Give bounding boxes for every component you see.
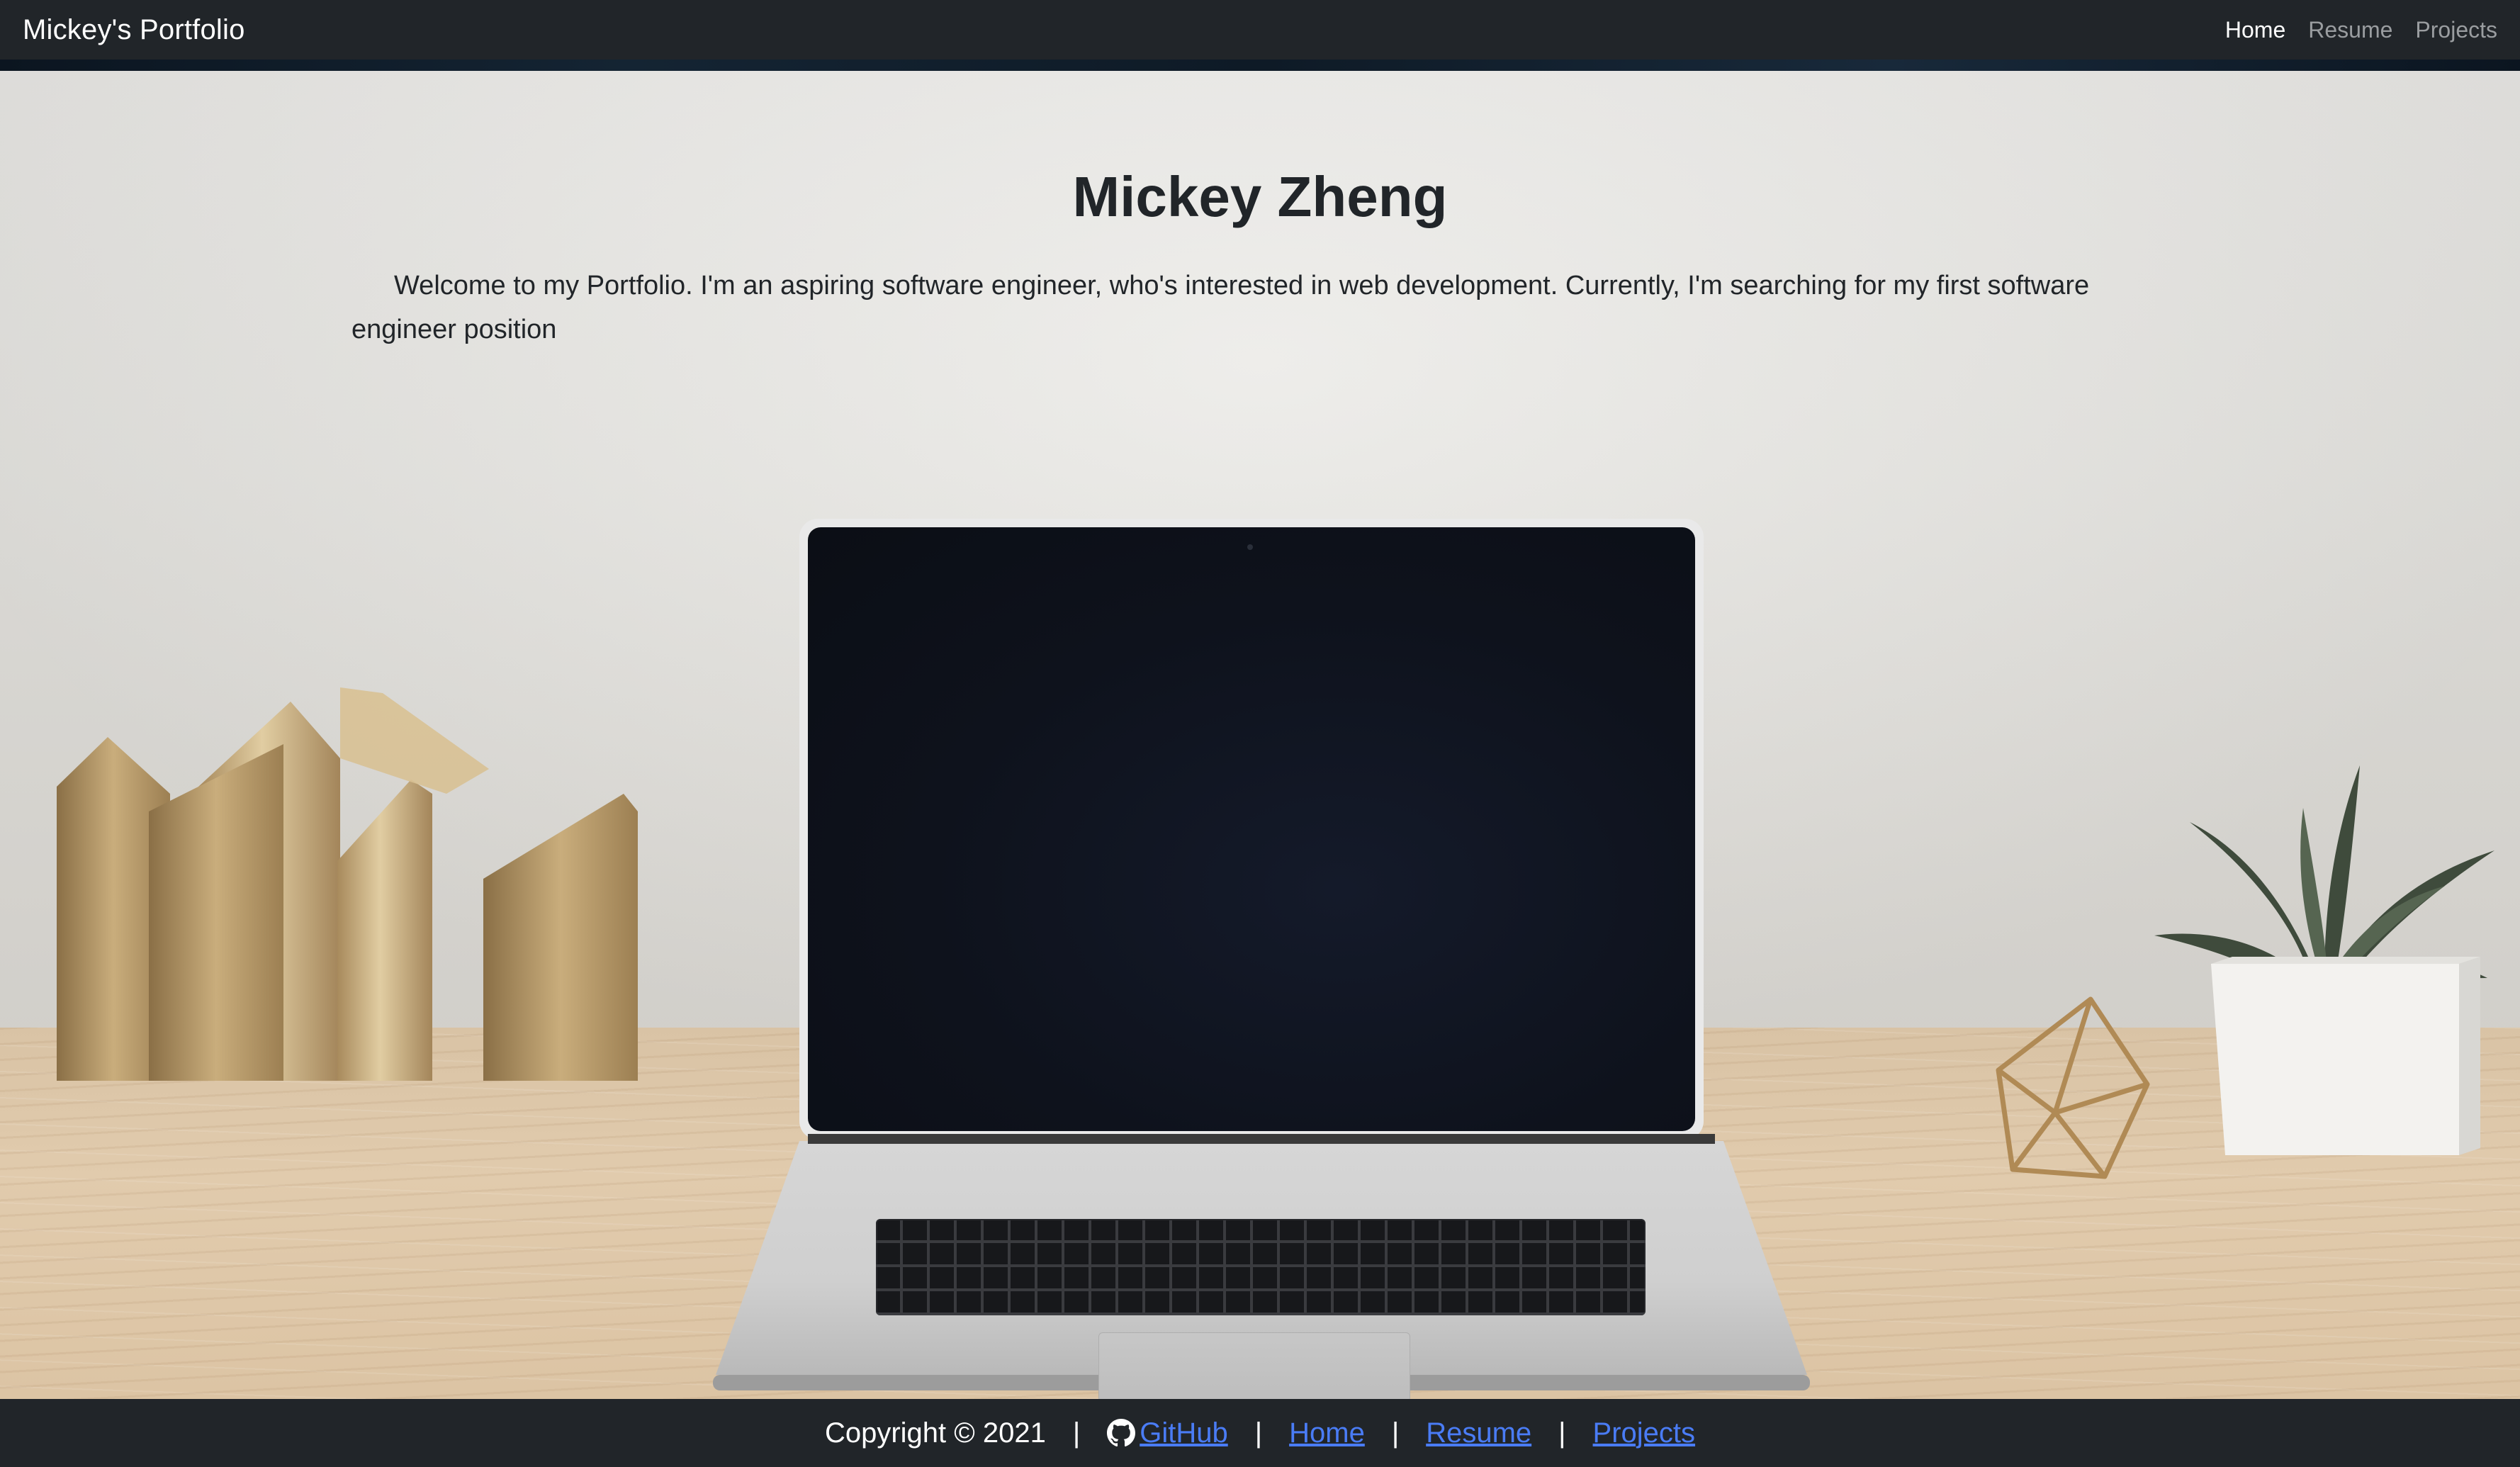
geometric-terrarium-image <box>1984 992 2169 1191</box>
keyboard-rows <box>876 1219 1646 1315</box>
github-icon[interactable] <box>1107 1419 1136 1447</box>
footer-separator: | <box>1072 1417 1081 1449</box>
footer-separator: | <box>1254 1417 1263 1449</box>
footer: Copyright © 2021 | GitHub | Home | Resum… <box>0 1399 2520 1467</box>
hero-intro-text: Welcome to my Portfolio. I'm an aspiring… <box>351 271 2090 344</box>
footer-separator: | <box>1391 1417 1400 1449</box>
laptop-screen-image <box>799 519 1704 1140</box>
footer-link-github[interactable]: GitHub <box>1140 1417 1228 1449</box>
laptop-camera <box>1247 544 1253 550</box>
navbar: Mickey's Portfolio Home Resume Projects <box>0 0 2520 60</box>
navbar-brand[interactable]: Mickey's Portfolio <box>23 14 245 46</box>
potted-plant-image <box>2147 765 2502 1162</box>
hero-top-stripe <box>0 60 2520 71</box>
hero-title: Mickey Zheng <box>1072 165 1448 228</box>
footer-link-projects[interactable]: Projects <box>1593 1417 1696 1449</box>
nav-links: Home Resume Projects <box>2225 17 2497 43</box>
footer-copyright: Copyright © 2021 <box>824 1417 1046 1449</box>
nav-link-projects[interactable]: Projects <box>2415 17 2497 43</box>
nav-link-resume[interactable]: Resume <box>2308 17 2392 43</box>
hero-section: Mickey Zheng Welcome to my Portfolio. I'… <box>0 71 2520 1399</box>
laptop-trackpad-image <box>1098 1332 1410 1399</box>
nav-link-home[interactable]: Home <box>2225 17 2285 43</box>
footer-separator: | <box>1558 1417 1566 1449</box>
brass-bookends-image <box>50 687 659 1084</box>
footer-link-resume[interactable]: Resume <box>1426 1417 1531 1449</box>
footer-link-home[interactable]: Home <box>1289 1417 1365 1449</box>
